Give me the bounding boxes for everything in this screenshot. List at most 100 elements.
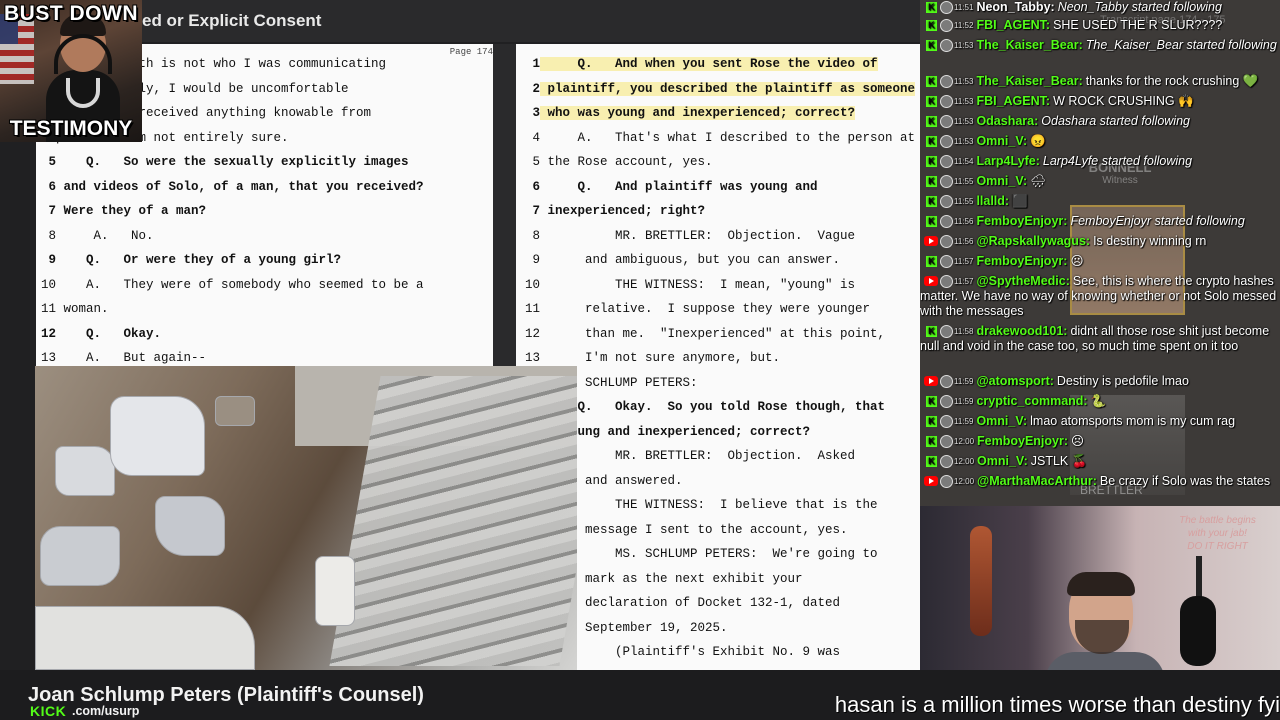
transcript-line: 6 and videos of Solo, of a man, that you… (36, 177, 423, 197)
chat-username[interactable]: drakewood101: (976, 324, 1067, 338)
transcript-line: 9 and ambiguous, but you can answer. (516, 250, 840, 270)
line-number: 6 (48, 179, 56, 194)
line-number: 2 (532, 81, 540, 96)
line-number: 13 (524, 351, 540, 365)
chat-text: Is destiny winning rn (1093, 234, 1207, 248)
chat-username[interactable]: FemboyEnjoyr: (976, 254, 1067, 268)
chat-message: K 11:53 The_Kaiser_Bear: The_Kaiser_Bear st… (920, 38, 1280, 53)
chat-message: K 11:59 Omni_V: lmao atomsports mom is my c… (920, 414, 1280, 429)
line-number: 12 (524, 326, 540, 341)
chat-message: K 11:57 FemboyEnjoyr: ☹ (920, 254, 1280, 269)
transcript-line: 6 Q. And plaintiff was young and (516, 177, 817, 197)
subscriber-badge-icon (940, 75, 953, 89)
subscriber-badge-icon (940, 435, 953, 449)
chat-username[interactable]: Omni_V: (977, 454, 1028, 468)
rock-crushing-video (35, 366, 577, 670)
transcript-line: 5 Q. So were the sexually explicitly ima… (36, 152, 408, 172)
chat-username[interactable]: FemboyEnjoyr: (976, 214, 1067, 228)
subscriber-badge-icon (940, 395, 953, 409)
chat-username[interactable]: Neon_Tabby: (976, 0, 1054, 14)
line-text: Q. Okay. So you told Rose though, that (540, 400, 886, 414)
chat-username[interactable]: @atomsport: (976, 374, 1053, 388)
facecam-caption-top: BUST DOWN (4, 2, 138, 25)
chat-timestamp: 11:53 (954, 137, 974, 147)
chat-message: 12:00 @MarthaMacArthur: Be crazy if Solo w… (920, 474, 1280, 489)
chat-timestamp: 11:58 (954, 327, 974, 337)
line-text: mark as the next exhibit your (540, 571, 803, 586)
kick-icon: K (920, 255, 954, 269)
chat-message: 11:59 @atomsport: Destiny is pedofile lmao (920, 374, 1280, 389)
chat-panel[interactable]: Transcript page 174 - 175 BONNELL Witnes… (920, 0, 1280, 506)
chat-message: K 11:55 Omni_V: 🌧 (920, 174, 1280, 189)
line-text: THE WITNESS: I believe that is the (540, 498, 878, 512)
chat-text: See, this is where the crypto hashes mat… (920, 274, 1277, 319)
wall-sign: The battle begins with your jab! DO IT R… (1170, 514, 1265, 574)
chat-username[interactable]: cryptic_command: (976, 394, 1087, 408)
chat-username[interactable]: The_Kaiser_Bear: (976, 38, 1082, 52)
subscriber-badge-icon (940, 135, 953, 149)
chat-username[interactable]: @Rapskallywagus: (976, 234, 1090, 248)
kick-icon: K (920, 435, 954, 449)
kick-icon: K (920, 195, 954, 209)
chat-text: The_Kaiser_Bear started following (1085, 38, 1277, 52)
chat-text: Destiny is pedofile lmao (1056, 374, 1189, 388)
chat-message: 11:56 @Rapskallywagus: Is destiny winning … (920, 234, 1280, 249)
kick-icon: K (920, 175, 954, 189)
chat-username[interactable]: llalld: (976, 194, 1009, 208)
kick-logo: KICK (30, 703, 67, 719)
chat-message: K 11:53 Odashara: Odashara started followin… (920, 114, 1280, 129)
transcript-line: 11 woman. (36, 299, 109, 319)
chat-text: Neon_Tabby started following (1057, 0, 1222, 14)
stream-screen: ed or Explicit Consent Page 174 nicating… (0, 0, 1280, 720)
kick-icon: K (920, 1, 954, 15)
chat-username[interactable]: The_Kaiser_Bear: (976, 74, 1082, 88)
chat-username[interactable]: Omni_V: (976, 414, 1027, 428)
chat-username[interactable]: FBI_AGENT: (976, 18, 1050, 32)
chat-username[interactable]: @SpytheMedic: (976, 274, 1069, 288)
wall-sign-line: DO IT RIGHT (1187, 541, 1248, 552)
line-text: relative. I suppose they were younger (540, 302, 871, 316)
line-text: MR. BRETTLER: Objection. Asked (540, 449, 856, 463)
line-number: 5 (48, 155, 56, 169)
line-text: Q. Okay. (56, 326, 162, 341)
chat-timestamp: 11:56 (954, 217, 974, 227)
line-number: 5 (532, 155, 540, 169)
chat-timestamp: 11:59 (954, 377, 974, 387)
line-text: woman. (56, 302, 109, 316)
chat-username[interactable]: FBI_AGENT: (976, 94, 1050, 108)
chat-timestamp: 11:59 (954, 397, 974, 407)
chat-text: ☹ (1070, 254, 1084, 268)
chat-message: K 11:54 Larp4Lyfe: Larp4Lyfe started follow… (920, 154, 1280, 169)
chat-timestamp: 11:57 (954, 277, 974, 287)
microphone-icon (1180, 596, 1216, 666)
streamer-webcam: The battle begins with your jab! DO IT R… (920, 506, 1280, 670)
line-number: 4 (532, 130, 540, 145)
kick-icon: K (920, 19, 954, 33)
wall-sign-line: The battle begins (1179, 515, 1256, 526)
line-number: 3 (532, 106, 540, 120)
line-number: 11 (524, 302, 540, 316)
chat-username[interactable]: Larp4Lyfe: (976, 154, 1039, 168)
chat-timestamp: 11:54 (954, 157, 974, 167)
chat-username[interactable]: FemboyEnjoyr: (977, 434, 1068, 448)
chat-text: Larp4Lyfe started following (1042, 154, 1193, 168)
line-number: 11 (40, 302, 56, 316)
chat-username[interactable]: Omni_V: (976, 174, 1027, 188)
transcript-line: 7 inexperienced; right? (516, 201, 705, 221)
chat-username[interactable]: Odashara: (976, 114, 1038, 128)
chat-username[interactable]: @MarthaMacArthur: (977, 474, 1097, 488)
chat-text: 🌧 (1030, 174, 1047, 188)
line-number: 6 (532, 179, 540, 194)
line-number: 8 (532, 228, 540, 243)
chat-username[interactable]: Omni_V: (976, 134, 1027, 148)
transcript-line: 10 A. They were of somebody who seemed t… (36, 275, 424, 295)
chat-timestamp: 11:51 (954, 3, 974, 13)
youtube-icon (920, 235, 954, 249)
line-text: MS. SCHLUMP PETERS: We're going to (540, 547, 878, 561)
kick-icon: K (920, 215, 954, 229)
subscriber-badge-icon (940, 195, 953, 209)
chat-text: FemboyEnjoyr started following (1070, 214, 1245, 228)
chat-message: K 11:56 FemboyEnjoyr: FemboyEnjoyr started … (920, 214, 1280, 229)
subscriber-badge-icon (940, 375, 953, 389)
kick-icon: K (920, 95, 954, 109)
